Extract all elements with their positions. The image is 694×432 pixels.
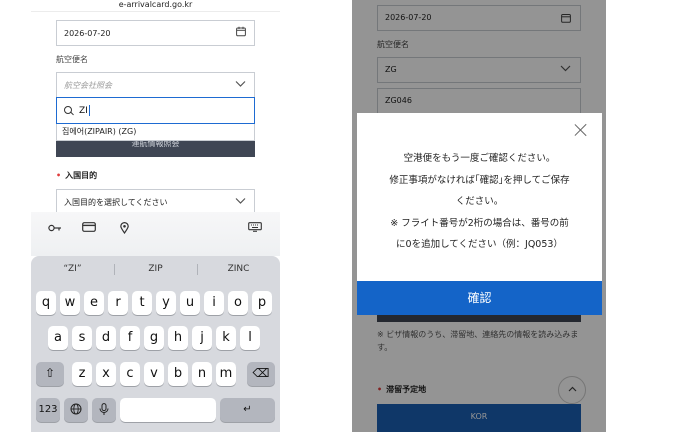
- return-key[interactable]: ↵: [220, 398, 275, 422]
- left-phone-screen: e-arrivalcard.go.kr 2026-07-20 航空便名 航空会社…: [31, 0, 280, 432]
- card-icon[interactable]: [82, 222, 96, 235]
- backspace-key[interactable]: ⌫: [247, 362, 275, 386]
- close-icon[interactable]: [574, 123, 588, 137]
- key-icon[interactable]: [48, 222, 62, 235]
- key-c[interactable]: c: [120, 362, 140, 386]
- date-field[interactable]: 2026-07-20: [56, 20, 255, 46]
- key-a[interactable]: a: [48, 326, 68, 350]
- search-value: ZI: [79, 105, 88, 116]
- key-k[interactable]: k: [216, 326, 236, 350]
- airline-search-input[interactable]: ZI: [56, 97, 255, 124]
- flight-label: 航空便名: [56, 55, 88, 64]
- key-l[interactable]: l: [240, 326, 260, 350]
- url-bar[interactable]: e-arrivalcard.go.kr: [31, 0, 280, 12]
- key-h[interactable]: h: [168, 326, 188, 350]
- key-n[interactable]: n: [192, 362, 212, 386]
- microphone-icon[interactable]: [92, 398, 116, 422]
- location-pin-icon[interactable]: [120, 222, 129, 237]
- dialog-line-2: 修正事項がなければ｢確認｣を押してご保存: [389, 174, 570, 186]
- screenshot-root: e-arrivalcard.go.kr 2026-07-20 航空便名 航空会社…: [0, 0, 694, 432]
- key-i[interactable]: i: [204, 291, 224, 315]
- calendar-icon[interactable]: [236, 26, 246, 40]
- key-y[interactable]: y: [156, 291, 176, 315]
- space-key[interactable]: [120, 398, 216, 422]
- key-q[interactable]: q: [36, 291, 56, 315]
- dialog-message: 空港便をもう一度ご確認ください。 修正事項がなければ｢確認｣を押してご保存 くだ…: [357, 148, 602, 256]
- required-dot: •: [56, 171, 62, 180]
- key-t[interactable]: t: [132, 291, 152, 315]
- globe-icon[interactable]: [64, 398, 88, 422]
- purpose-label: 入国目的: [65, 171, 98, 180]
- key-g[interactable]: g: [144, 326, 164, 350]
- key-z[interactable]: z: [72, 362, 92, 386]
- keyboard-icon[interactable]: [248, 222, 262, 235]
- confirm-dialog: 空港便をもう一度ご確認ください。 修正事項がなければ｢確認｣を押してご保存 くだ…: [357, 113, 602, 315]
- key-d[interactable]: d: [96, 326, 116, 350]
- text-caret: [88, 105, 90, 116]
- chevron-down-icon: [235, 197, 246, 208]
- dialog-line-3: ください。: [455, 196, 504, 207]
- confirm-button[interactable]: 確認: [357, 281, 602, 315]
- suggestion-1[interactable]: “ZI”: [31, 264, 114, 274]
- suggestion-2[interactable]: ZIP: [114, 264, 197, 274]
- dialog-line-1: 空港便をもう一度ご確認ください。: [403, 153, 556, 164]
- date-value: 2026-07-20: [64, 28, 111, 38]
- search-result-option[interactable]: 집에어(ZIPAIR) (ZG): [56, 124, 255, 141]
- key-f[interactable]: f: [120, 326, 140, 350]
- lookup-button[interactable]: 運航情報照会: [56, 141, 255, 157]
- key-u[interactable]: u: [180, 291, 200, 315]
- key-b[interactable]: b: [168, 362, 188, 386]
- key-s[interactable]: s: [72, 326, 92, 350]
- right-phone-screen: 2026-07-20 航空便名 ZG ZG046 ※ ビザ情報のうち、滞留地、連…: [352, 0, 606, 432]
- key-v[interactable]: v: [144, 362, 164, 386]
- key-w[interactable]: w: [60, 291, 80, 315]
- onscreen-keyboard: “ZI” ZIP ZINC q w e r t y u i o p a s d …: [31, 256, 280, 432]
- chevron-down-icon: [235, 80, 246, 91]
- purpose-placeholder: 入国目的を選択してください: [64, 197, 168, 207]
- dialog-line-4: ※ フライト番号が2桁の場合は、番号の前: [390, 217, 569, 229]
- key-o[interactable]: o: [228, 291, 248, 315]
- dialog-line-5: に0を追加してください（例：JQ053）: [396, 239, 563, 250]
- key-r[interactable]: r: [108, 291, 128, 315]
- key-m[interactable]: m: [216, 362, 236, 386]
- numbers-key[interactable]: 123: [36, 398, 60, 422]
- key-x[interactable]: x: [96, 362, 116, 386]
- keyboard-accessory-bar: [31, 212, 280, 256]
- key-e[interactable]: e: [84, 291, 104, 315]
- airline-placeholder: 航空会社照会: [64, 80, 112, 90]
- suggestion-3[interactable]: ZINC: [197, 264, 280, 274]
- purpose-required-label: • 入国目的: [56, 170, 97, 181]
- shift-key[interactable]: ⇧: [36, 362, 64, 386]
- airline-select[interactable]: 航空会社照会: [56, 72, 255, 98]
- search-icon: [64, 105, 74, 116]
- key-p[interactable]: p: [252, 291, 272, 315]
- key-j[interactable]: j: [192, 326, 212, 350]
